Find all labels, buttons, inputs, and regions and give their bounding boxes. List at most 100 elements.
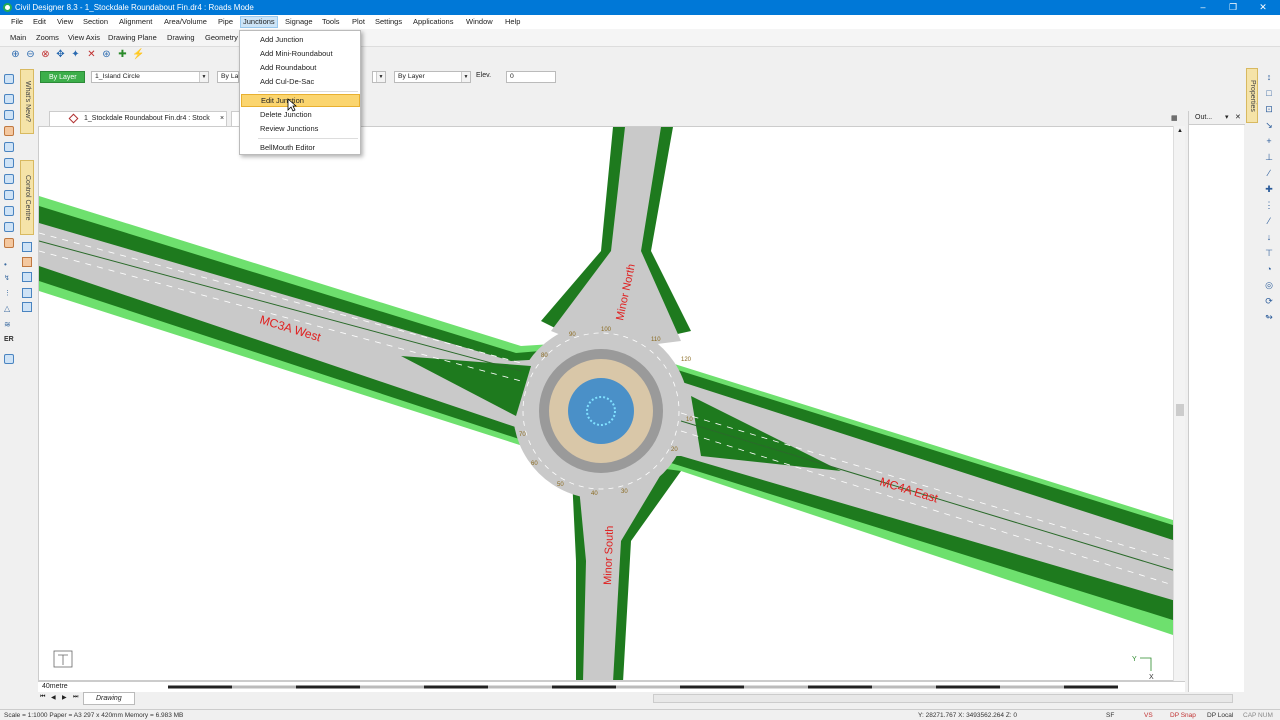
toolbar-tab-geometry[interactable]: Geometry	[203, 32, 240, 44]
menu-junctions[interactable]: Junctions	[240, 16, 278, 28]
point-tool-icon[interactable]: •	[4, 260, 14, 270]
terrain-tool-icon[interactable]	[4, 126, 14, 136]
menu-settings[interactable]: Settings	[373, 16, 404, 28]
volume-tool-icon[interactable]	[4, 222, 14, 232]
zoom-window-icon[interactable]: ⊗	[40, 49, 51, 60]
status-dp-local[interactable]: DP Local	[1207, 710, 1233, 720]
menu-file[interactable]: File	[9, 16, 25, 28]
menu-item-add-roundabout[interactable]: Add Roundabout	[241, 61, 360, 74]
snap-insert-icon[interactable]: ⊤	[1264, 248, 1274, 258]
zoom-extents-icon[interactable]: ✦	[70, 49, 81, 60]
control-centre-tab[interactable]: Control Centre	[20, 160, 34, 235]
close-button[interactable]: ✕	[1248, 0, 1278, 15]
tool-e-icon[interactable]	[22, 302, 32, 312]
select-icon[interactable]: ⚡	[132, 49, 144, 60]
vertical-scrollbar[interactable]: ▲ ▼	[1173, 126, 1185, 692]
minimize-button[interactable]: –	[1188, 0, 1218, 15]
snap-ext-icon[interactable]: ↓	[1264, 232, 1274, 242]
menu-help[interactable]: Help	[503, 16, 522, 28]
symbol-tool-icon[interactable]: ↯	[4, 274, 14, 284]
zoom-all-icon[interactable]: ✕	[86, 49, 97, 60]
tab-list-icon[interactable]: ▦	[1171, 114, 1178, 122]
menu-section[interactable]: Section	[81, 16, 110, 28]
elev-input[interactable]: 0	[506, 71, 556, 83]
sheet-nav-prev-icon[interactable]: ◀	[51, 694, 56, 701]
toolbar-tab-zooms[interactable]: Zooms	[34, 32, 61, 44]
menu-edit[interactable]: Edit	[31, 16, 48, 28]
restore-button[interactable]: ❐	[1218, 0, 1248, 15]
menu-applications[interactable]: Applications	[411, 16, 455, 28]
edit-tool-icon[interactable]	[4, 238, 14, 248]
pin-icon[interactable]: ▾	[1225, 111, 1229, 125]
sheet-tab-drawing[interactable]: Drawing	[83, 692, 135, 705]
toolbar-tab-main[interactable]: Main	[8, 32, 28, 44]
menu-view[interactable]: View	[55, 16, 75, 28]
toolbar-tab-drawing-plane[interactable]: Drawing Plane	[106, 32, 159, 44]
lineweight-select[interactable]: By Layer ▼	[394, 71, 471, 83]
snap-intersect-icon[interactable]: +	[1264, 136, 1274, 146]
sheet-nav-last-icon[interactable]: ⏭	[73, 694, 78, 701]
snap-center-icon[interactable]: ⊡	[1264, 104, 1274, 114]
menu-tools[interactable]: Tools	[320, 16, 342, 28]
snap-node-icon[interactable]: ⁄	[1264, 216, 1274, 226]
profile-tool-icon[interactable]	[4, 158, 14, 168]
properties-tab[interactable]: Properties	[1246, 68, 1258, 123]
snap-near-icon[interactable]: ∕	[1264, 168, 1274, 178]
snap-curve-icon[interactable]: ↬	[1264, 312, 1274, 322]
scroll-up-icon[interactable]: ▲	[1177, 128, 1183, 134]
snap-tangent-icon[interactable]: ⊥	[1264, 152, 1274, 162]
toolbar-tab-view-axis[interactable]: View Axis	[66, 32, 102, 44]
snap-mid-icon[interactable]: □	[1264, 88, 1274, 98]
scroll-thumb[interactable]	[1176, 404, 1184, 416]
menu-item-bellmouth-editor[interactable]: BellMouth Editor	[241, 141, 360, 154]
block-tool-icon[interactable]	[4, 174, 14, 184]
menu-area-volume[interactable]: Area/Volume	[162, 16, 209, 28]
road-tool-icon[interactable]	[4, 74, 14, 84]
panel-close-icon[interactable]: ✕	[1235, 111, 1241, 125]
menu-item-edit-junction[interactable]: Edit Junction	[241, 94, 360, 107]
menu-alignment[interactable]: Alignment	[117, 16, 154, 28]
snap-arc-icon[interactable]: ◔	[1264, 264, 1274, 274]
status-dp-snap[interactable]: DP Snap	[1170, 710, 1196, 720]
snap-rotate-icon[interactable]: ⟳	[1264, 296, 1274, 306]
menu-item-add-cul-de-sac[interactable]: Add Cul-De-Sac	[241, 75, 360, 88]
sheet-nav-first-icon[interactable]: ⏮	[40, 694, 45, 701]
snap-grid-icon[interactable]: ⋮	[1264, 200, 1274, 210]
linetype-select[interactable]: By La	[217, 71, 239, 83]
tool-d-icon[interactable]	[22, 288, 32, 298]
er-tool-icon[interactable]: ER	[4, 336, 14, 346]
contour-tool-icon[interactable]	[4, 190, 14, 200]
menu-item-delete-junction[interactable]: Delete Junction	[241, 108, 360, 121]
drawing-canvas[interactable]: MC3A West MC4A East Minor North Minor So…	[38, 126, 1185, 681]
layer-tool-icon[interactable]	[4, 94, 14, 104]
grid-tool-icon[interactable]	[4, 110, 14, 120]
whats-new-tab[interactable]: What's New?	[20, 69, 34, 134]
pan-icon[interactable]: ✥	[55, 49, 66, 60]
menu-signage[interactable]: Signage	[283, 16, 315, 28]
tool-c-icon[interactable]	[22, 272, 32, 282]
area-tool-icon[interactable]	[4, 206, 14, 216]
snap-end-icon[interactable]: ↕	[1264, 72, 1274, 82]
regen-icon[interactable]: ⊛	[101, 49, 112, 60]
status-sf[interactable]: SF	[1106, 710, 1114, 720]
layer-select[interactable]: 1_Island Circle ▼	[91, 71, 209, 83]
sheet-nav-next-icon[interactable]: ▶	[62, 694, 67, 701]
zoom-in-icon[interactable]: ⊕	[10, 49, 21, 60]
document-tab[interactable]: 1_Stockdale Roundabout Fin.dr4 : Stock ×	[49, 111, 227, 126]
zoom-out-icon[interactable]: ⊖	[25, 49, 36, 60]
menu-item-add-junction[interactable]: Add Junction	[241, 33, 360, 46]
link-tool-icon[interactable]: ⋮	[4, 289, 14, 299]
menu-pipe[interactable]: Pipe	[216, 16, 235, 28]
tool-a-icon[interactable]	[22, 242, 32, 252]
menu-window[interactable]: Window	[464, 16, 495, 28]
horizontal-scrollbar[interactable]	[653, 694, 1233, 703]
tab-close-icon[interactable]: ×	[220, 112, 224, 126]
tool-b-icon[interactable]	[22, 257, 32, 267]
menu-item-review-junctions[interactable]: Review Junctions	[241, 122, 360, 135]
toolbar-tab-drawing[interactable]: Drawing	[165, 32, 197, 44]
triangle-tool-icon[interactable]: △	[4, 304, 14, 314]
section-tool-icon[interactable]	[4, 142, 14, 152]
snap-quad-icon[interactable]: ✚	[1264, 184, 1274, 194]
linetype-dropdown[interactable]: ▼	[372, 71, 386, 83]
menu-plot[interactable]: Plot	[350, 16, 367, 28]
